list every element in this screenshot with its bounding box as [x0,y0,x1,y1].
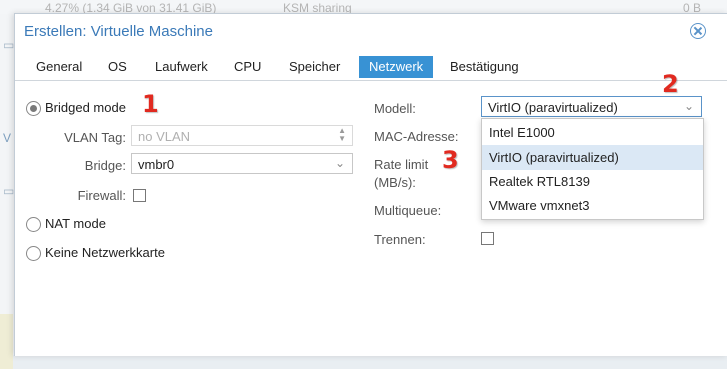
bridge-label: Bridge: [84,158,126,173]
model-option-vmxnet3[interactable]: VMware vmxnet3 [482,193,703,218]
bridged-mode-label: Bridged mode [45,100,126,115]
model-option-realtek[interactable]: Realtek RTL8139 [482,169,703,194]
wizard-tabs: General OS Laufwerk CPU Speicher Netzwer… [15,54,727,81]
tab-speicher[interactable]: Speicher [279,56,350,78]
bridged-mode-radio[interactable] [26,101,41,116]
dialog-header: Erstellen: Virtuelle Maschine [15,14,727,48]
firewall-checkbox[interactable] [133,189,146,202]
vlan-tag-label: VLAN Tag: [64,130,126,145]
model-value: VirtIO (paravirtualized) [488,100,618,115]
dialog-title: Erstellen: Virtuelle Maschine [24,23,213,40]
no-network-card-label: Keine Netzwerkkarte [45,245,165,260]
annotation-step-2: 2 [662,70,679,98]
vlan-tag-placeholder: no VLAN [138,129,191,144]
tab-general[interactable]: General [26,56,92,78]
vlan-tag-input[interactable]: no VLAN ▲ ▼ [131,125,353,146]
chevron-down-icon[interactable]: ⌄ [335,156,345,170]
background-collapse-marker-2: ▭ [3,184,15,198]
create-vm-dialog: Erstellen: Virtuelle Maschine General OS… [14,13,727,356]
model-option-virtio[interactable]: VirtIO (paravirtualized) [482,145,703,170]
background-sidebar: ▭ V ▭ [0,14,15,369]
tab-netzwerk[interactable]: Netzwerk [359,56,434,78]
rate-limit-label: Rate limit [374,157,429,172]
background-collapse-marker: ▭ [3,38,15,52]
nat-mode-radio[interactable] [26,217,41,232]
background-fragment: V [3,131,12,145]
background-panel [0,314,13,369]
mac-address-label: MAC-Adresse: [374,129,459,144]
multiqueue-label: Multiqueue: [374,203,442,218]
tab-os[interactable]: OS [98,56,137,78]
nat-mode-label: NAT mode [45,216,106,231]
model-option-intel-e1000[interactable]: Intel E1000 [482,120,703,145]
tab-laufwerk[interactable]: Laufwerk [145,56,218,78]
model-dropdown-list: Intel E1000 VirtIO (paravirtualized) Rea… [481,118,704,220]
spinner-icon[interactable]: ▲ ▼ [338,127,346,143]
annotation-step-3: 3 [442,146,459,174]
background-status-strip: 4.27% (1.34 GiB von 31.41 GiB) KSM shari… [0,0,727,15]
no-network-card-radio[interactable] [26,246,41,261]
bridge-select[interactable]: vmbr0 ⌄ [131,153,353,174]
firewall-label: Firewall: [77,188,126,203]
chevron-down-icon[interactable]: ⌄ [684,99,694,113]
disconnect-label: Trennen: [374,232,426,247]
tab-cpu[interactable]: CPU [224,56,271,78]
close-icon[interactable] [690,23,706,39]
disconnect-checkbox[interactable] [481,232,494,245]
annotation-step-1: 1 [142,90,159,118]
tab-bestaetigung[interactable]: Bestätigung [440,56,529,78]
rate-limit-unit-label: (MB/s): [374,175,416,190]
bridge-value: vmbr0 [138,157,175,172]
model-label: Modell: [374,101,416,116]
model-select[interactable]: VirtIO (paravirtualized) ⌄ [481,96,702,117]
